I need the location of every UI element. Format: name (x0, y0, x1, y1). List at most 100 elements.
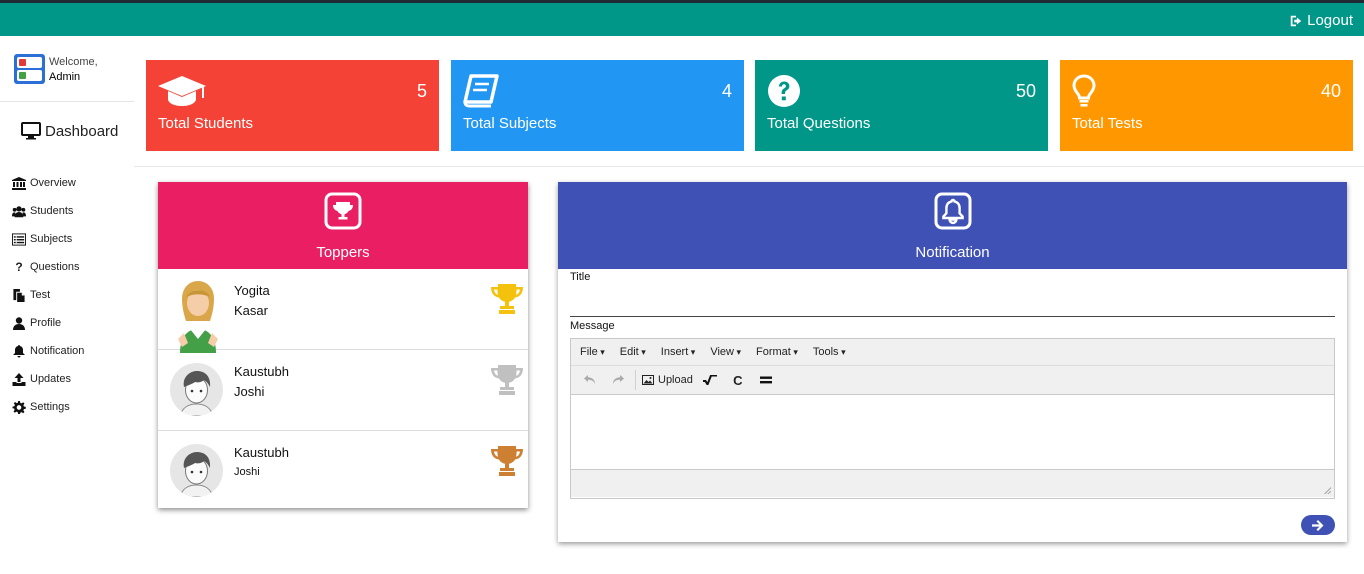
bell-icon (934, 192, 971, 230)
undo-button[interactable] (579, 369, 601, 391)
menu-tools[interactable]: Tools (813, 346, 846, 358)
stat-value: 4 (721, 81, 732, 101)
stat-value: 5 (416, 81, 427, 101)
toppers-header: Toppers (158, 182, 528, 269)
lightbulb-icon (1072, 74, 1096, 107)
dashboard-label: Dashboard (45, 122, 119, 140)
content-divider (134, 166, 1364, 167)
bronze-trophy-icon (491, 446, 523, 476)
sidebar-item-subjects[interactable]: Subjects (11, 225, 84, 253)
sidebar-item-updates[interactable]: Updates (11, 365, 84, 393)
menu-edit[interactable]: Edit (620, 346, 646, 358)
username: Admin (49, 71, 81, 83)
sidebar-item-notification[interactable]: Notification (11, 337, 84, 365)
image-icon (642, 375, 654, 385)
avatar (170, 363, 223, 416)
sidebar-item-profile[interactable]: Profile (11, 309, 84, 337)
topper-last-name: Kasar (234, 303, 268, 318)
boy-avatar-icon (179, 452, 214, 497)
editor-menubar: File Edit Insert View Format Tools (571, 339, 1334, 366)
stat-card-questions[interactable]: 50 Total Questions (755, 60, 1048, 151)
stat-card-tests[interactable]: 40 Total Tests (1060, 60, 1353, 151)
users-icon (12, 205, 26, 217)
sidebar-item-students[interactable]: Students (11, 197, 84, 225)
desktop-icon (21, 122, 41, 140)
sidebar-item-settings[interactable]: Settings (11, 393, 84, 421)
avatar (170, 444, 223, 497)
sidebar-item-label: Notification (30, 345, 85, 357)
sidebar-item-label: Overview (30, 177, 76, 189)
equals-button[interactable] (755, 369, 777, 391)
message-editor: File Edit Insert View Format Tools Uploa… (570, 338, 1335, 499)
sidebar-item-label: Subjects (30, 233, 73, 245)
sidebar-item-questions[interactable]: ? Questions (11, 253, 84, 281)
menu-view[interactable]: View (710, 346, 741, 358)
copy-icon (13, 288, 25, 302)
sidebar-item-test[interactable]: Test (11, 281, 84, 309)
stat-card-subjects[interactable]: 4 Total Subjects (451, 60, 744, 151)
resize-handle[interactable] (1324, 487, 1331, 494)
stat-value: 50 (1015, 81, 1036, 101)
welcome-block: Welcome, Admin (14, 54, 98, 85)
upload-button[interactable]: Upload (642, 369, 693, 391)
sidebar-item-label: Updates (30, 373, 71, 385)
sidebar-item-label: Questions (30, 261, 80, 273)
graduation-cap-icon (158, 76, 206, 106)
stat-label: Total Subjects (463, 115, 557, 132)
menu-format[interactable]: Format (756, 346, 798, 358)
notification-panel: Notification Title Message File Edit Ins… (558, 182, 1347, 542)
c-symbol-button[interactable]: C (727, 369, 749, 391)
arrow-right-icon (1312, 519, 1324, 531)
sidebar-nav: Overview Students Subjects ? Questions T… (11, 169, 84, 421)
toppers-title: Toppers (316, 244, 370, 261)
bell-icon (13, 344, 25, 357)
stat-label: Total Tests (1072, 115, 1143, 132)
topper-row[interactable]: Kaustubh Joshi (158, 350, 528, 431)
topper-row[interactable]: Kaustubh Joshi (158, 431, 528, 512)
book-icon (463, 74, 499, 108)
sidebar-item-label: Students (30, 205, 74, 217)
redo-icon (613, 375, 624, 384)
menu-file[interactable]: File (580, 346, 605, 358)
sidebar: Welcome, Admin Dashboard Overview Studen… (0, 36, 134, 574)
question-icon: ? (15, 260, 23, 274)
sidebar-item-overview[interactable]: Overview (11, 169, 84, 197)
equals-icon (759, 376, 772, 384)
logout-button[interactable]: Logout (1289, 12, 1353, 29)
bank-icon (12, 176, 26, 190)
gold-trophy-icon (491, 284, 523, 314)
topper-last-name: Joshi (234, 384, 265, 399)
user-icon (13, 316, 25, 330)
title-input[interactable] (570, 285, 1335, 317)
top-bar: Logout (0, 3, 1364, 36)
send-button[interactable] (1301, 515, 1335, 535)
upload-label: Upload (658, 374, 693, 386)
message-textarea[interactable] (571, 395, 1334, 470)
list-icon (12, 232, 26, 246)
toolbar-separator (635, 370, 636, 390)
gear-icon (12, 400, 26, 414)
stat-card-students[interactable]: 5 Total Students (146, 60, 439, 151)
topper-first-name: Yogita (234, 283, 270, 298)
redo-button[interactable] (607, 369, 629, 391)
sign-out-icon (1290, 15, 1302, 26)
sidebar-dashboard[interactable]: Dashboard (21, 122, 118, 140)
menu-insert[interactable]: Insert (661, 346, 696, 358)
boy-avatar-icon (179, 371, 214, 416)
stat-label: Total Students (158, 115, 254, 132)
topper-first-name: Kaustubh (234, 364, 289, 379)
topper-first-name: Kaustubh (234, 445, 289, 460)
c-icon: C (733, 372, 743, 388)
sqrt-icon (702, 375, 717, 385)
message-label: Message (570, 320, 615, 332)
sqrt-button[interactable] (699, 369, 721, 391)
stat-value: 40 (1320, 81, 1341, 101)
topper-row[interactable]: Yogita Kasar (158, 269, 528, 353)
sidebar-item-label: Settings (30, 401, 70, 413)
logout-label: Logout (1307, 12, 1353, 29)
topper-last-name: Joshi (234, 466, 260, 478)
sidebar-divider (0, 101, 134, 102)
avatar (168, 277, 226, 357)
sidebar-item-label: Test (30, 289, 51, 301)
question-circle-icon (768, 75, 800, 107)
